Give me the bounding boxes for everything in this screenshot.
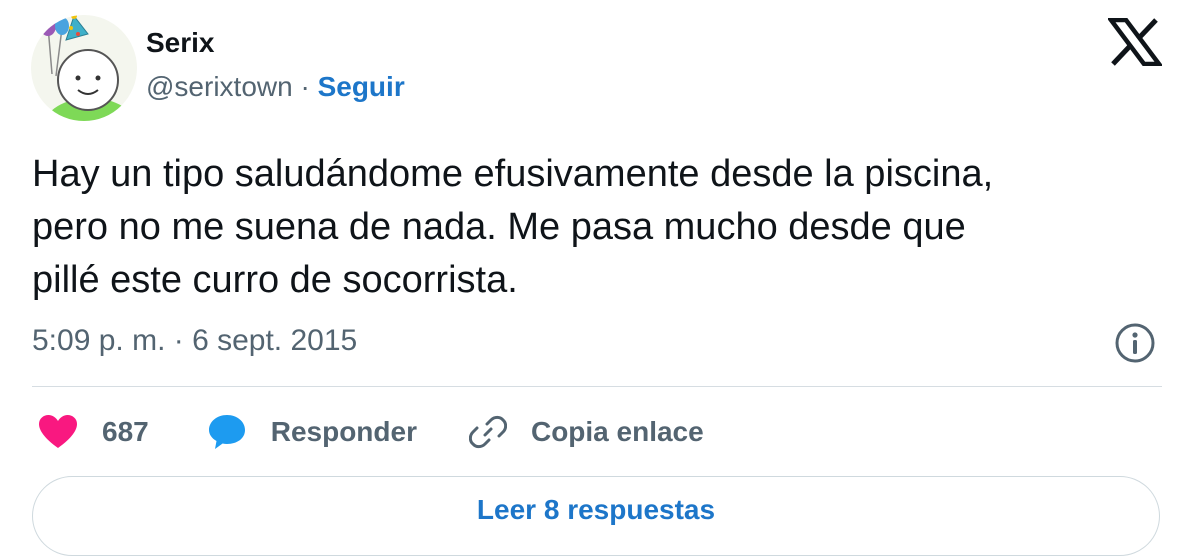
- handle-row: @serixtown · Seguir: [146, 70, 405, 104]
- separator: ·: [300, 71, 310, 102]
- divider: [32, 386, 1162, 387]
- heart-icon: [39, 415, 77, 448]
- likes-count: 687: [102, 416, 149, 447]
- tweet-line: pillé este curro de socorrista.: [32, 259, 518, 301]
- copy-link-label: Copia enlace: [530, 416, 704, 447]
- tweet-line: Hay un tipo saludándome efusivamente des…: [32, 153, 994, 195]
- author-name[interactable]: Serix: [146, 26, 405, 60]
- read-replies-button[interactable]: Leer 8 respuestas: [32, 476, 1160, 556]
- speech-bubble-icon: [208, 415, 245, 449]
- info-icon[interactable]: [1114, 322, 1156, 364]
- action-bar: 687 Responder Copia enlace: [38, 410, 704, 454]
- tweet-text: Hay un tipo saludándome efusivamente des…: [32, 148, 1172, 307]
- avatar[interactable]: [30, 14, 138, 122]
- copy-link-button[interactable]: Copia enlace: [468, 413, 704, 451]
- x-logo-icon[interactable]: [1106, 17, 1164, 67]
- reply-label: Responder: [270, 416, 417, 447]
- author-block: Serix @serixtown · Seguir: [146, 26, 405, 104]
- follow-button[interactable]: Seguir: [318, 71, 405, 102]
- author-handle[interactable]: @serixtown: [146, 71, 293, 102]
- tweet-line: pero no me suena de nada. Me pasa mucho …: [32, 206, 966, 248]
- like-button[interactable]: 687: [38, 414, 149, 450]
- tweet-timestamp[interactable]: 5:09 p. m. · 6 sept. 2015: [32, 322, 357, 360]
- reply-button[interactable]: Responder: [207, 413, 417, 451]
- link-icon: [468, 415, 507, 449]
